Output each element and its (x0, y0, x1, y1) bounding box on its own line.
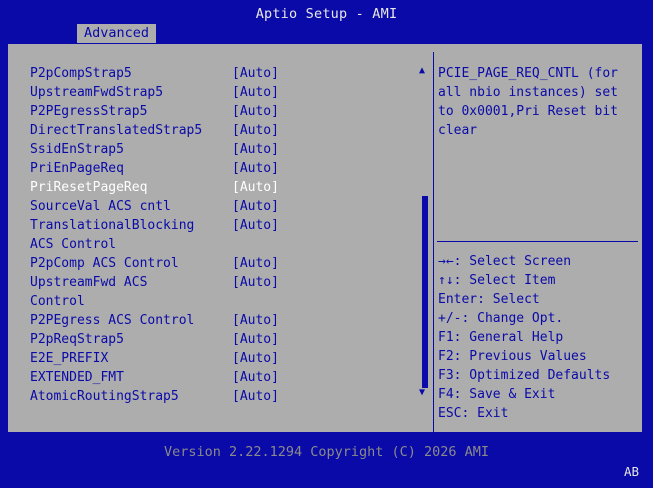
setting-row[interactable]: E2E_PREFIX [Auto] (30, 349, 279, 368)
help-text: PCIE_PAGE_REQ_CNTL (for all nbio instanc… (438, 66, 619, 138)
main-panel: P2pCompStrap5 [Auto] UpstreamFwdStrap5 [Aut… (7, 43, 643, 441)
scroll-down-icon[interactable]: ▼ (419, 388, 425, 398)
setting-value[interactable]: [Auto] (232, 64, 279, 83)
setting-label: PriResetPageReq (30, 180, 148, 195)
key-hint: Enter: Select (438, 292, 540, 307)
setting-label: P2pCompStrap5 (30, 66, 132, 81)
setting-label: AtomicRoutingStrap5 (30, 389, 179, 404)
setting-value[interactable]: [Auto] (232, 273, 279, 292)
setting-row[interactable]: TranslationalBlocking [Auto] (30, 216, 279, 235)
setting-label: UpstreamFwdStrap5 (30, 85, 164, 100)
setting-value[interactable]: [Auto] (232, 349, 279, 368)
setting-row[interactable]: SourceVal ACS cntl [Auto] (30, 197, 279, 216)
setting-value[interactable]: [Auto] (232, 330, 279, 349)
scroll-up-icon[interactable]: ▲ (419, 66, 425, 76)
setting-value[interactable]: [Auto] (232, 368, 279, 387)
key-hint: F4: Save & Exit (438, 387, 556, 402)
setting-row[interactable]: PriEnPageReq [Auto] (30, 159, 279, 178)
tab-advanced[interactable]: Advanced (77, 24, 156, 43)
setting-row: ACS Control (30, 235, 116, 254)
setting-value[interactable]: [Auto] (232, 254, 279, 273)
setting-value[interactable]: [Auto] (232, 121, 279, 140)
version-footer: Version 2.22.1294 Copyright (C) 2026 AMI (163, 444, 490, 460)
setting-label: SsidEnStrap5 (30, 142, 124, 157)
setting-label: UpstreamFwd ACS (30, 275, 148, 290)
setting-value[interactable]: [Auto] (232, 83, 279, 102)
key-hint: ↑↓: Select Item (438, 273, 556, 288)
setting-row[interactable]: EXTENDED_FMT [Auto] (30, 368, 279, 387)
corner-badge: AB (623, 464, 639, 479)
setting-row[interactable]: UpstreamFwdStrap5 [Auto] (30, 83, 279, 102)
key-hint: F1: General Help (438, 330, 564, 345)
setting-label: DirectTranslatedStrap5 (30, 123, 203, 138)
window-title: Aptio Setup - AMI (255, 6, 398, 22)
setting-row: Control (30, 292, 85, 311)
setting-row[interactable]: P2PEgressStrap5 [Auto] (30, 102, 279, 121)
setting-value[interactable]: [Auto] (232, 216, 279, 235)
setting-label: EXTENDED_FMT (30, 370, 124, 385)
setting-value[interactable]: [Auto] (232, 102, 279, 121)
setting-label: P2PEgressStrap5 (30, 104, 148, 119)
help-divider (437, 241, 638, 242)
setting-label: ACS Control (30, 237, 117, 252)
setting-row[interactable]: AtomicRoutingStrap5 [Auto] (30, 387, 279, 406)
setting-row[interactable]: SsidEnStrap5 [Auto] (30, 140, 279, 159)
setting-value[interactable]: [Auto] (232, 311, 279, 330)
setting-label: SourceVal ACS cntl (30, 199, 171, 214)
setting-label: P2PEgress ACS Control (30, 313, 195, 328)
key-hint: F2: Previous Values (438, 349, 587, 364)
key-hint: ESC: Exit (438, 406, 509, 421)
setting-label: Control (30, 294, 85, 309)
setting-label: E2E_PREFIX (30, 351, 109, 366)
scrollbar-thumb[interactable] (422, 196, 428, 388)
setting-row[interactable]: DirectTranslatedStrap5 [Auto] (30, 121, 279, 140)
setting-row[interactable]: P2pReqStrap5 [Auto] (30, 330, 279, 349)
setting-value[interactable]: [Auto] (232, 178, 279, 197)
key-legend: →←: Select Screen ↑↓: Select Item Enter: S… (438, 252, 643, 423)
setting-value[interactable]: [Auto] (232, 197, 279, 216)
setting-value[interactable]: [Auto] (232, 159, 279, 178)
setting-label: P2pComp ACS Control (30, 256, 179, 271)
setting-row[interactable]: UpstreamFwd ACS [Auto] (30, 273, 279, 292)
panel-divider (433, 52, 434, 441)
setting-value[interactable]: [Auto] (232, 387, 279, 406)
setting-row[interactable]: P2PEgress ACS Control [Auto] (30, 311, 279, 330)
key-hint: →←: Select Screen (438, 254, 572, 269)
key-hint: +/-: Change Opt. (438, 311, 564, 326)
setting-label: TranslationalBlocking (30, 218, 195, 233)
setting-label: P2pReqStrap5 (30, 332, 124, 347)
setting-value[interactable]: [Auto] (232, 140, 279, 159)
setting-label: PriEnPageReq (30, 161, 124, 176)
key-hint: F3: Optimized Defaults (438, 368, 611, 383)
setting-row[interactable]: PriResetPageReq [Auto] (30, 178, 279, 197)
setting-row[interactable]: P2pComp ACS Control [Auto] (30, 254, 279, 273)
setting-row[interactable]: P2pCompStrap5 [Auto] (30, 64, 279, 83)
